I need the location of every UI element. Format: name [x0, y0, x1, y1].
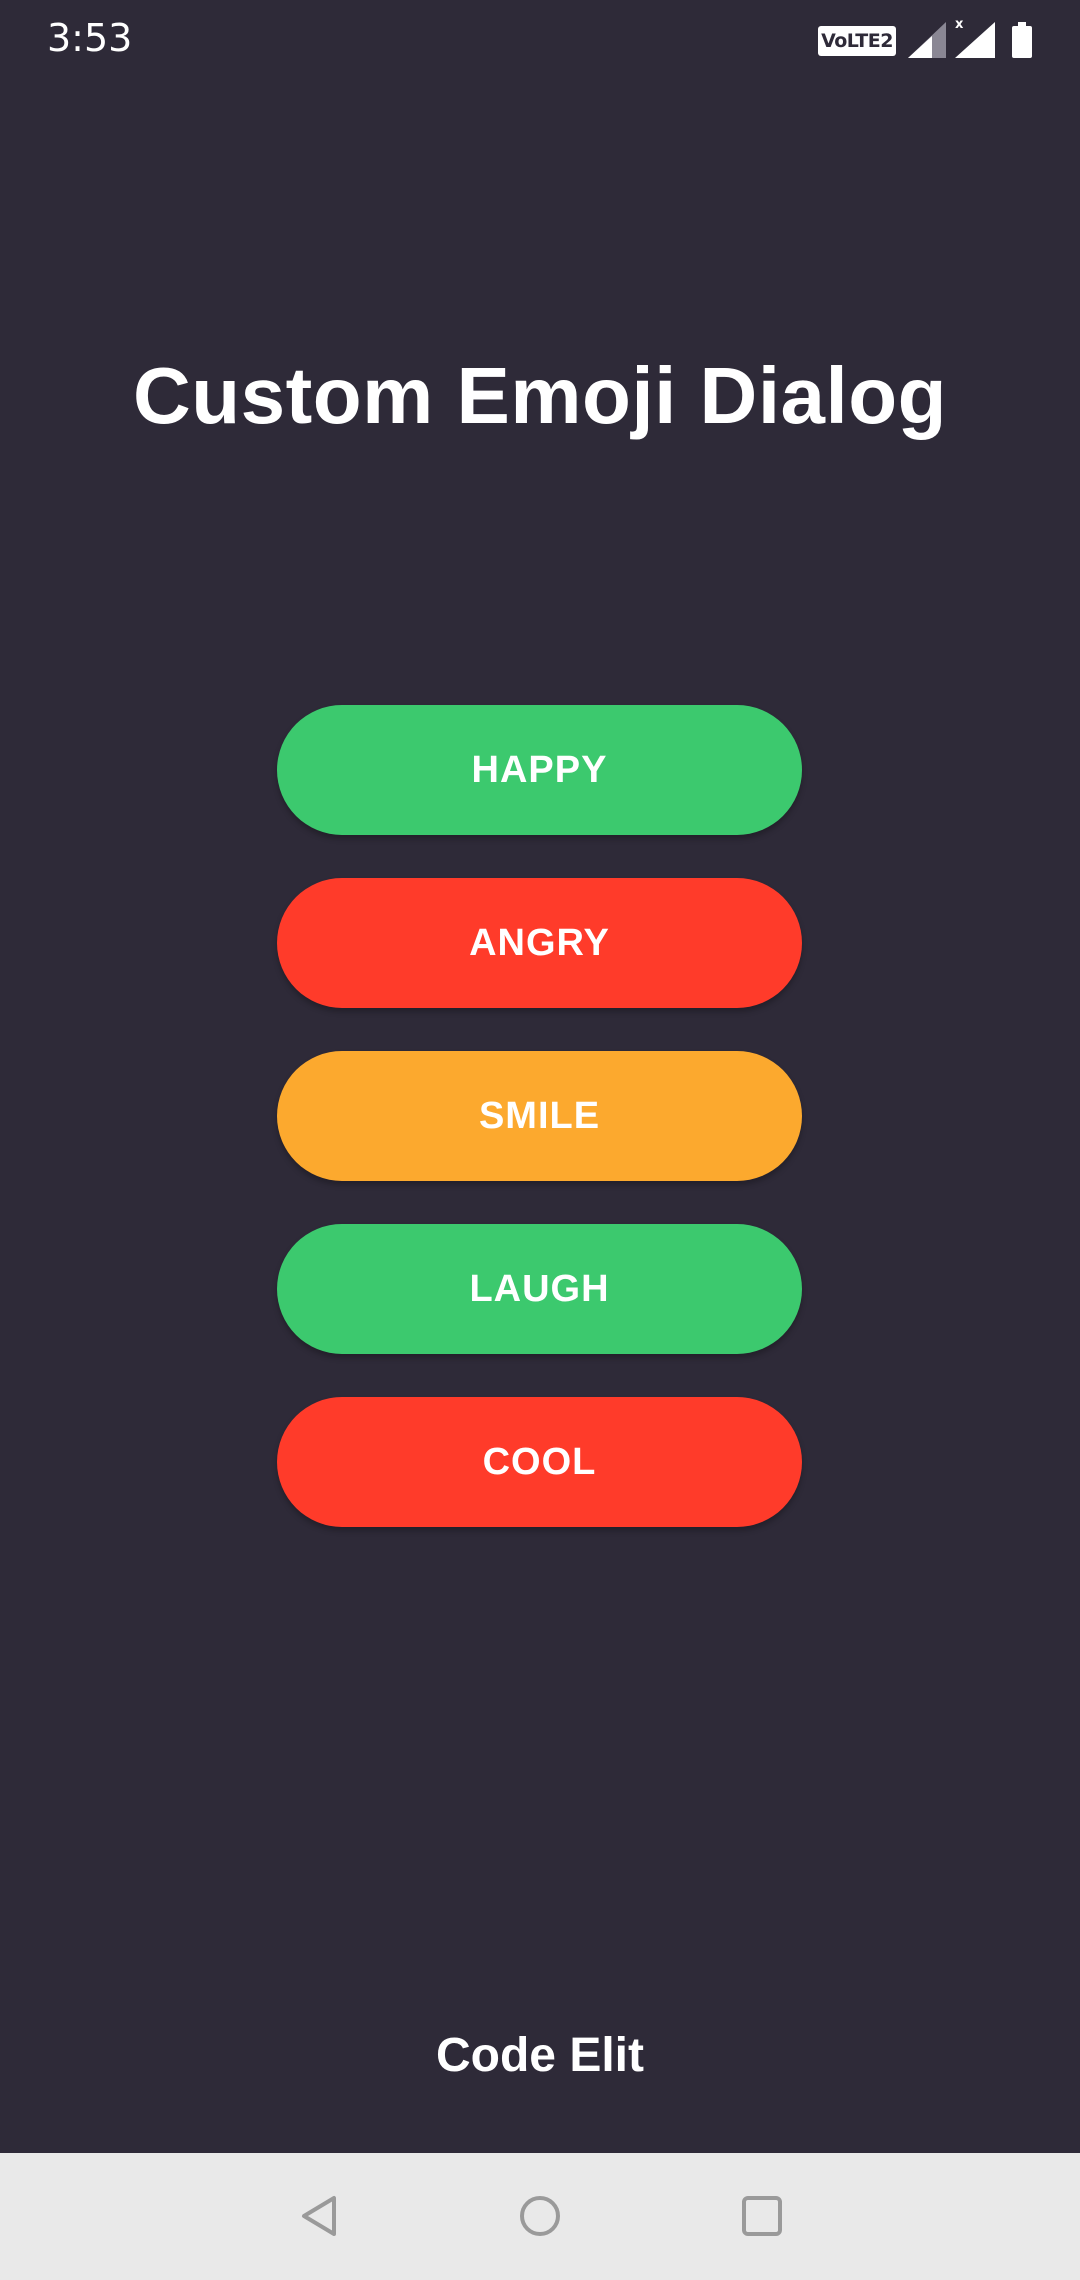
angry-button[interactable]: ANGRY	[277, 878, 802, 1008]
happy-button[interactable]: HAPPY	[277, 705, 802, 835]
volte-badge: VoLTE2	[818, 26, 896, 56]
battery-icon	[1012, 22, 1032, 58]
page-title: Custom Emoji Dialog	[133, 351, 947, 440]
laugh-button[interactable]: LAUGH	[277, 1224, 802, 1354]
status-time: 3:53	[47, 16, 133, 60]
home-icon[interactable]	[505, 2181, 575, 2251]
signal-icon	[908, 22, 946, 58]
recents-icon[interactable]	[727, 2181, 797, 2251]
signal-icon: x	[955, 18, 995, 58]
back-icon[interactable]	[285, 2181, 355, 2251]
smile-button[interactable]: SMILE	[277, 1051, 802, 1181]
svg-text:x: x	[955, 18, 964, 32]
emoji-button-list: HAPPY ANGRY SMILE LAUGH COOL	[277, 705, 802, 1570]
navigation-bar	[0, 2153, 1080, 2280]
footer-credit: Code Elit	[435, 2029, 644, 2082]
status-bar: 3:53 VoLTE2 x	[0, 0, 1080, 80]
cool-button[interactable]: COOL	[277, 1397, 802, 1527]
